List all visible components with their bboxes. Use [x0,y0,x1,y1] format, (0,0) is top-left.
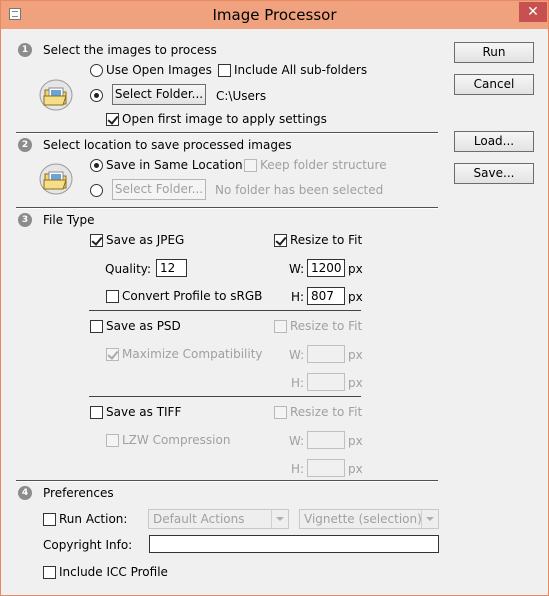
folder-open-icon [39,79,73,111]
convert-profile-checkbox[interactable] [106,290,119,303]
image-processor-dialog: Image Processor ✕ Run Cancel Load... Sav… [0,0,549,596]
psd-width-label: W: [289,348,305,362]
action-set-dropdown[interactable]: Default Actions [148,509,289,529]
run-action-checkbox[interactable] [43,513,56,526]
include-subfolders-checkbox[interactable] [218,64,231,77]
select-destination-folder-button[interactable]: Select Folder... [112,179,206,200]
jpeg-height-unit: px [348,290,363,304]
save-as-jpeg-label: Save as JPEG [106,233,185,247]
use-open-images-radio[interactable] [90,64,103,77]
lzw-compression-label: LZW Compression [122,433,231,447]
action-dropdown[interactable]: Vignette (selection) [299,509,439,529]
save-same-location-label: Save in Same Location [106,158,243,172]
jpeg-width-unit: px [348,262,363,276]
lzw-compression-checkbox[interactable] [106,434,119,447]
save-as-jpeg-checkbox[interactable] [90,234,103,247]
section3-heading: File Type [43,213,95,227]
jpeg-width-input[interactable]: 1200 [307,259,345,277]
chevron-down-icon [421,510,438,528]
save-as-psd-label: Save as PSD [106,319,181,333]
tiff-height-input[interactable] [307,459,345,477]
psd-height-unit: px [348,376,363,390]
convert-profile-label: Convert Profile to sRGB [122,289,263,303]
file-type-divider [89,396,361,397]
keep-structure-checkbox[interactable] [244,159,257,172]
cancel-button[interactable]: Cancel [454,74,534,95]
psd-height-input[interactable] [307,373,345,391]
include-icc-label: Include ICC Profile [59,565,168,579]
folder-save-icon [39,163,73,195]
load-button[interactable]: Load... [454,131,534,152]
section1-heading: Select the images to process [43,43,217,57]
run-action-label: Run Action: [59,512,128,526]
jpeg-height-label: H: [291,290,305,304]
select-source-folder-button[interactable]: Select Folder... [112,84,206,105]
quality-label: Quality: [105,262,152,276]
open-first-image-checkbox[interactable] [106,113,119,126]
tiff-resize-checkbox[interactable] [274,406,287,419]
jpeg-resize-label: Resize to Fit [290,233,363,247]
chevron-down-icon [271,510,288,528]
use-open-images-label: Use Open Images [106,63,212,77]
section-divider [16,480,438,482]
section4-heading: Preferences [43,486,114,500]
tiff-resize-label: Resize to Fit [290,405,363,419]
copyright-input[interactable] [149,535,439,553]
action-value: Vignette (selection) [304,512,422,526]
open-first-image-label: Open first image to apply settings [122,112,327,126]
save-same-location-radio[interactable] [90,159,103,172]
include-icc-checkbox[interactable] [43,566,56,579]
psd-width-unit: px [348,348,363,362]
include-subfolders-label: Include All sub-folders [234,63,368,77]
title-bar: Image Processor ✕ [1,1,548,29]
save-as-tiff-checkbox[interactable] [90,406,103,419]
close-button[interactable]: ✕ [519,2,547,22]
step-4-badge: 4 [18,486,32,500]
source-folder-radio[interactable] [90,89,103,102]
step-1-badge: 1 [18,43,32,57]
tiff-width-input[interactable] [307,431,345,449]
section-divider [16,132,438,134]
step-2-badge: 2 [18,138,32,152]
psd-resize-checkbox[interactable] [274,320,287,333]
tiff-width-label: W: [289,434,305,448]
action-set-value: Default Actions [153,512,245,526]
run-button[interactable]: Run [454,42,534,63]
source-folder-path: C:\Users [216,89,267,103]
copyright-label: Copyright Info: [43,538,133,552]
maximize-compatibility-checkbox[interactable] [106,348,119,361]
file-type-divider [89,310,361,311]
psd-height-label: H: [291,376,305,390]
window-title: Image Processor [212,6,337,24]
destination-folder-radio[interactable] [90,184,103,197]
step-3-badge: 3 [18,213,32,227]
psd-width-input[interactable] [307,345,345,363]
tiff-height-label: H: [291,462,305,476]
quality-input[interactable]: 12 [156,259,187,277]
save-as-psd-checkbox[interactable] [90,320,103,333]
section2-heading: Select location to save processed images [43,138,292,152]
jpeg-height-input[interactable]: 807 [307,287,345,305]
tiff-height-unit: px [348,462,363,476]
save-as-tiff-label: Save as TIFF [106,405,182,419]
maximize-compatibility-label: Maximize Compatibility [122,347,263,361]
save-button[interactable]: Save... [454,163,534,184]
psd-resize-label: Resize to Fit [290,319,363,333]
destination-folder-status: No folder has been selected [215,183,384,197]
jpeg-width-label: W: [289,262,305,276]
tiff-width-unit: px [348,434,363,448]
keep-structure-label: Keep folder structure [260,158,387,172]
section-divider [16,207,438,209]
jpeg-resize-checkbox[interactable] [274,234,287,247]
